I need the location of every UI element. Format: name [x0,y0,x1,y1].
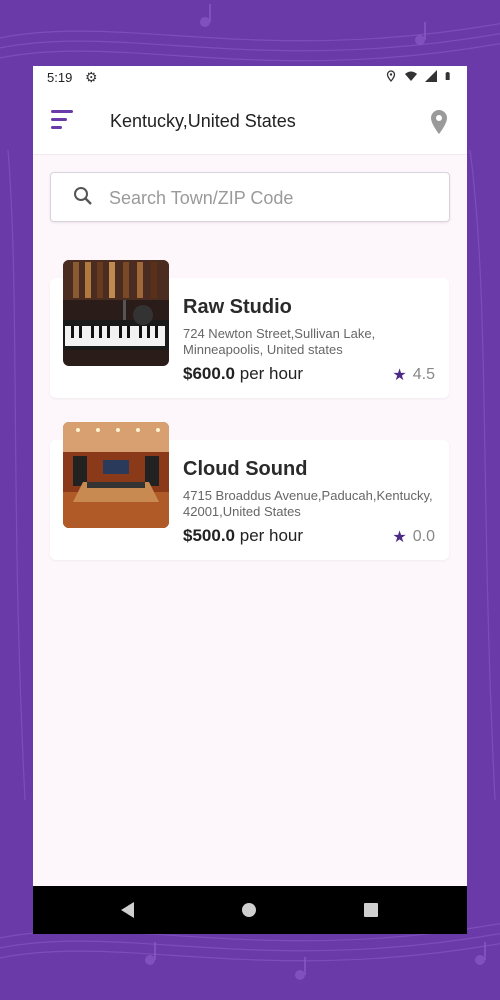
studio-card[interactable]: Raw Studio 724 Newton Street,Sullivan La… [50,260,449,398]
star-icon: ★ [392,529,407,546]
search-bar[interactable] [50,172,450,222]
studio-rating: ★ 0.0 [392,527,435,547]
rating-value: 0.0 [412,528,435,545]
studio-name: Raw Studio [183,296,292,318]
status-time: 5:19 [47,70,73,85]
battery-icon [445,72,450,80]
app-bar: Kentucky,United States [33,90,467,155]
wifi-icon [405,71,417,81]
signal-icon [425,70,437,82]
recent-apps-icon[interactable] [364,903,378,917]
system-nav-bar [33,886,467,934]
star-icon: ★ [392,367,407,384]
menu-icon[interactable] [51,110,75,134]
price-unit: per hour [239,526,304,545]
price-amount: $500.0 [183,526,235,545]
search-input[interactable] [107,183,431,213]
studio-address: 724 Newton Street,Sullivan Lake, Minneap… [183,326,376,357]
location-pin-icon[interactable] [429,108,449,136]
back-icon[interactable] [121,902,134,918]
price-amount: $600.0 [183,364,235,383]
rating-value: 4.5 [412,366,435,383]
studio-address: 4715 Broaddus Avenue,Paducah,Kentucky, 4… [183,488,433,519]
studio-name: Cloud Sound [183,458,308,480]
studio-price: $600.0 per hour [183,364,303,384]
studio-image [63,422,169,528]
studio-rating: ★ 4.5 [392,365,435,385]
studio-card[interactable]: Cloud Sound 4715 Broaddus Avenue,Paducah… [50,422,449,560]
price-unit: per hour [239,364,304,383]
location-title: Kentucky,United States [110,111,296,131]
gear-icon: ⚙ [85,69,98,85]
location-icon [386,70,396,82]
home-icon[interactable] [242,903,256,917]
phone-screen: 5:19 ⚙ Kentucky,United States Search Tow… [33,66,467,934]
search-icon [74,187,92,205]
studio-image [63,260,169,366]
studio-price: $500.0 per hour [183,526,303,546]
status-bar: 5:19 ⚙ [33,66,467,90]
